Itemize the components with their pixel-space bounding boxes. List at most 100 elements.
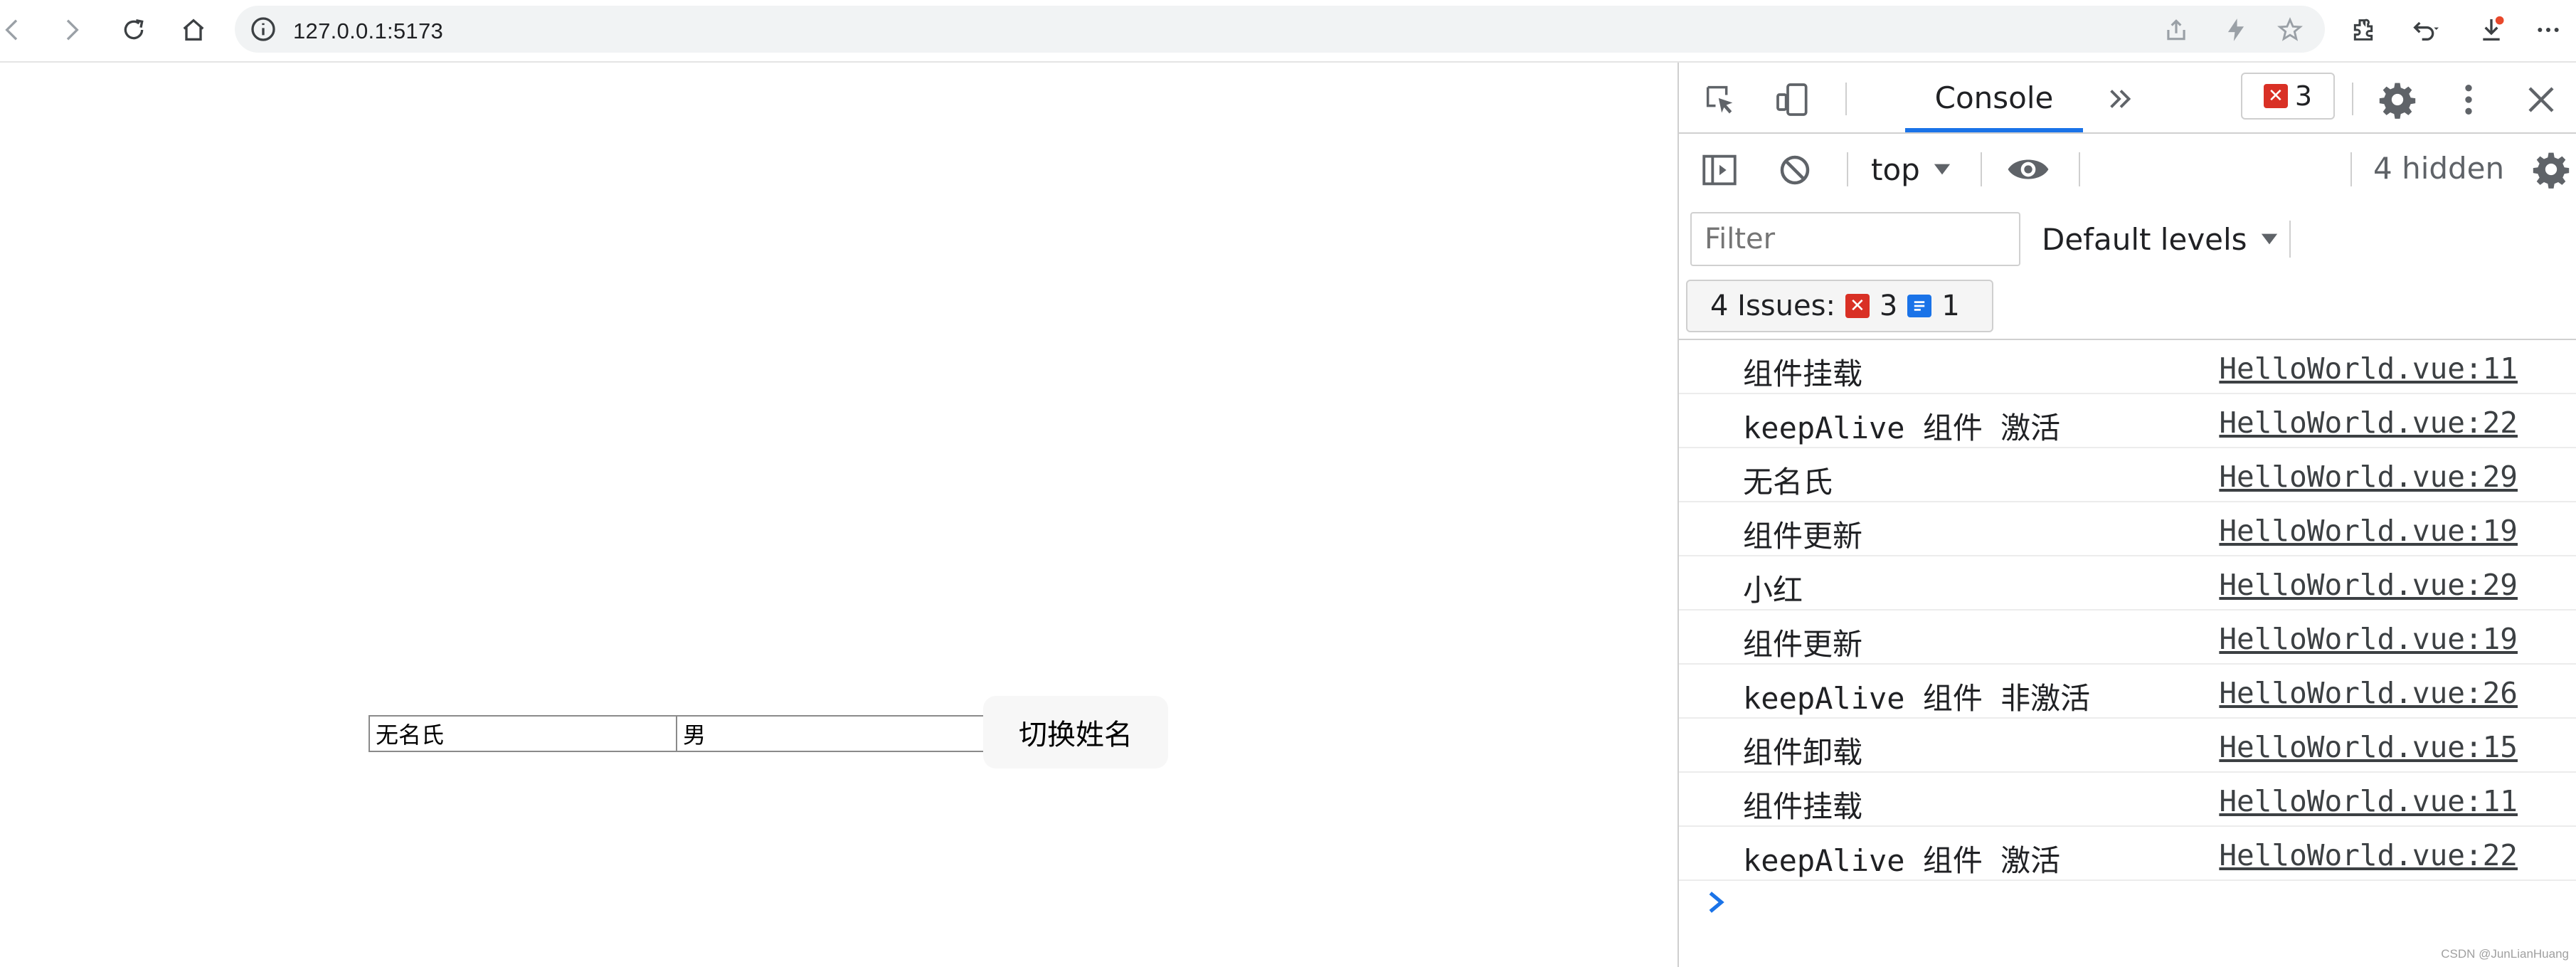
watermark: CSDN @JunLianHuang [2441,947,2569,961]
console-source-link[interactable]: HelloWorld.vue:19 [2219,622,2518,656]
error-count: 3 [2294,80,2313,112]
more-tabs-chevron-icon[interactable] [2103,81,2138,117]
extensions-button[interactable] [2342,9,2385,51]
clear-console-icon[interactable] [1774,149,1816,191]
console-message-row: 组件更新 HelloWorld.vue:19 [1679,611,2576,665]
toolbar-divider [2079,152,2080,186]
toolbar-divider [2352,83,2353,115]
live-expression-eye-icon[interactable] [2003,148,2053,191]
issue-info-count: 1 [1941,290,1960,322]
console-message-row: 组件卸载 HelloWorld.vue:15 [1679,719,2576,773]
console-message-text: 组件挂载 [1743,356,1863,391]
console-message-row: 小红 HelloWorld.vue:29 [1679,556,2576,611]
console-filter-bar: Default levels [1679,205,2576,273]
dropdown-triangle-icon [2261,233,2277,245]
console-message-text: 组件卸载 [1743,735,1863,770]
reload-button[interactable] [112,9,155,51]
console-message-text: 组件更新 [1743,519,1863,554]
name-input[interactable] [369,715,677,752]
site-info-icon[interactable] [249,15,277,43]
undo-icon [2413,21,2439,41]
switch-name-button[interactable]: 切换姓名 [983,696,1168,768]
console-source-link[interactable]: HelloWorld.vue:22 [2219,838,2518,872]
toolbar-divider [2350,152,2352,186]
address-bar[interactable]: 127.0.0.1:5173 [235,6,2325,53]
console-message-text: keepAlive 组件 非激活 [1743,681,2091,716]
more-horizontal-icon [2538,28,2559,32]
forward-arrow-icon [66,19,79,41]
console-message-text: 无名氏 [1743,465,1833,500]
issue-info-icon [1907,295,1932,317]
console-message-row: keepAlive 组件 非激活 HelloWorld.vue:26 [1679,665,2576,719]
console-message-text: keepAlive 组件 激活 [1743,843,2061,878]
console-message-text: 组件更新 [1743,627,1863,662]
console-message-text: 组件挂载 [1743,789,1863,824]
undo-button[interactable] [2403,9,2446,51]
console-source-link[interactable]: HelloWorld.vue:29 [2219,568,2518,602]
console-source-link[interactable]: HelloWorld.vue:26 [2219,676,2518,710]
hidden-messages-count: 4 hidden [2373,151,2505,186]
home-icon [183,19,204,41]
share-icon[interactable] [2163,16,2190,43]
home-button[interactable] [172,9,215,51]
console-message-text: 小红 [1743,573,1803,608]
back-button[interactable] [0,9,34,51]
issue-error-count: 3 [1879,290,1898,322]
downloads-button[interactable] [2470,9,2513,51]
issue-error-icon: ✕ [1845,294,1870,318]
console-messages: 组件挂载 HelloWorld.vue:11 keepAlive 组件 激活 H… [1679,340,2576,881]
url-text: 127.0.0.1:5173 [293,19,444,43]
forward-button[interactable] [50,9,92,51]
browser-menu-button[interactable] [2527,9,2570,51]
devtools-tab-bar: Console ✕ 3 [1679,63,2576,134]
console-source-link[interactable]: HelloWorld.vue:11 [2219,784,2518,818]
toolbar-divider [1845,83,1847,115]
console-message-row: keepAlive 组件 激活 HelloWorld.vue:22 [1679,827,2576,881]
console-toolbar: top 4 hidden [1679,134,2576,205]
filter-input[interactable] [1690,212,2020,266]
devtools-panel: Console ✕ 3 top 4 hidden Filter Default … [1677,63,2576,967]
context-label: top [1871,152,1920,187]
show-sidebar-icon[interactable] [1697,148,1742,192]
issues-label: 4 Issues: [1710,290,1835,322]
log-levels-dropdown[interactable]: Default levels [2042,219,2279,259]
back-arrow-icon [5,19,18,41]
console-message-row: keepAlive 组件 激活 HelloWorld.vue:22 [1679,394,2576,448]
console-source-link[interactable]: HelloWorld.vue:22 [2219,406,2518,440]
inspect-element-icon[interactable] [1700,80,1740,120]
close-devtools-icon[interactable] [2521,80,2561,120]
console-prompt-chevron-icon[interactable] [1702,888,1730,916]
toolbar-divider [1847,152,1848,186]
toolbar-divider [1981,152,1982,186]
download-icon [2483,16,2504,41]
browser-toolbar: 127.0.0.1:5173 [0,0,2576,63]
extensions-icon [2353,19,2373,41]
console-message-row: 组件挂载 HelloWorld.vue:11 [1679,340,2576,394]
error-count-badge[interactable]: ✕ 3 [2241,73,2335,120]
console-source-link[interactable]: HelloWorld.vue:19 [2219,514,2518,548]
reload-icon [124,19,144,40]
gender-input[interactable] [676,715,985,752]
error-icon: ✕ [2263,84,2288,108]
console-source-link[interactable]: HelloWorld.vue:29 [2219,460,2518,494]
active-tab-indicator [1905,128,2083,132]
console-source-link[interactable]: HelloWorld.vue:15 [2219,730,2518,764]
lightning-icon[interactable] [2222,16,2249,43]
console-message-text: keepAlive 组件 激活 [1743,411,2061,445]
issues-bar: 4 Issues: ✕ 3 1 [1679,273,2576,340]
bookmark-star-icon[interactable] [2276,16,2304,43]
settings-gear-icon[interactable] [2376,78,2419,121]
toolbar-divider [2289,221,2291,258]
console-message-row: 组件更新 HelloWorld.vue:19 [1679,502,2576,556]
tab-console[interactable]: Console [1905,63,2083,132]
more-vertical-icon[interactable] [2454,78,2483,121]
console-source-link[interactable]: HelloWorld.vue:11 [2219,352,2518,386]
console-message-row: 无名氏 HelloWorld.vue:29 [1679,448,2576,502]
issues-button[interactable]: 4 Issues: ✕ 3 1 [1686,280,1993,332]
log-levels-label: Default levels [2042,221,2247,257]
console-settings-gear-icon[interactable] [2530,148,2572,191]
device-toolbar-icon[interactable] [1771,78,1814,121]
page-viewport: 切换姓名 [0,63,1677,967]
console-message-row: 组件挂载 HelloWorld.vue:11 [1679,773,2576,827]
context-selector[interactable]: top [1871,148,1951,191]
